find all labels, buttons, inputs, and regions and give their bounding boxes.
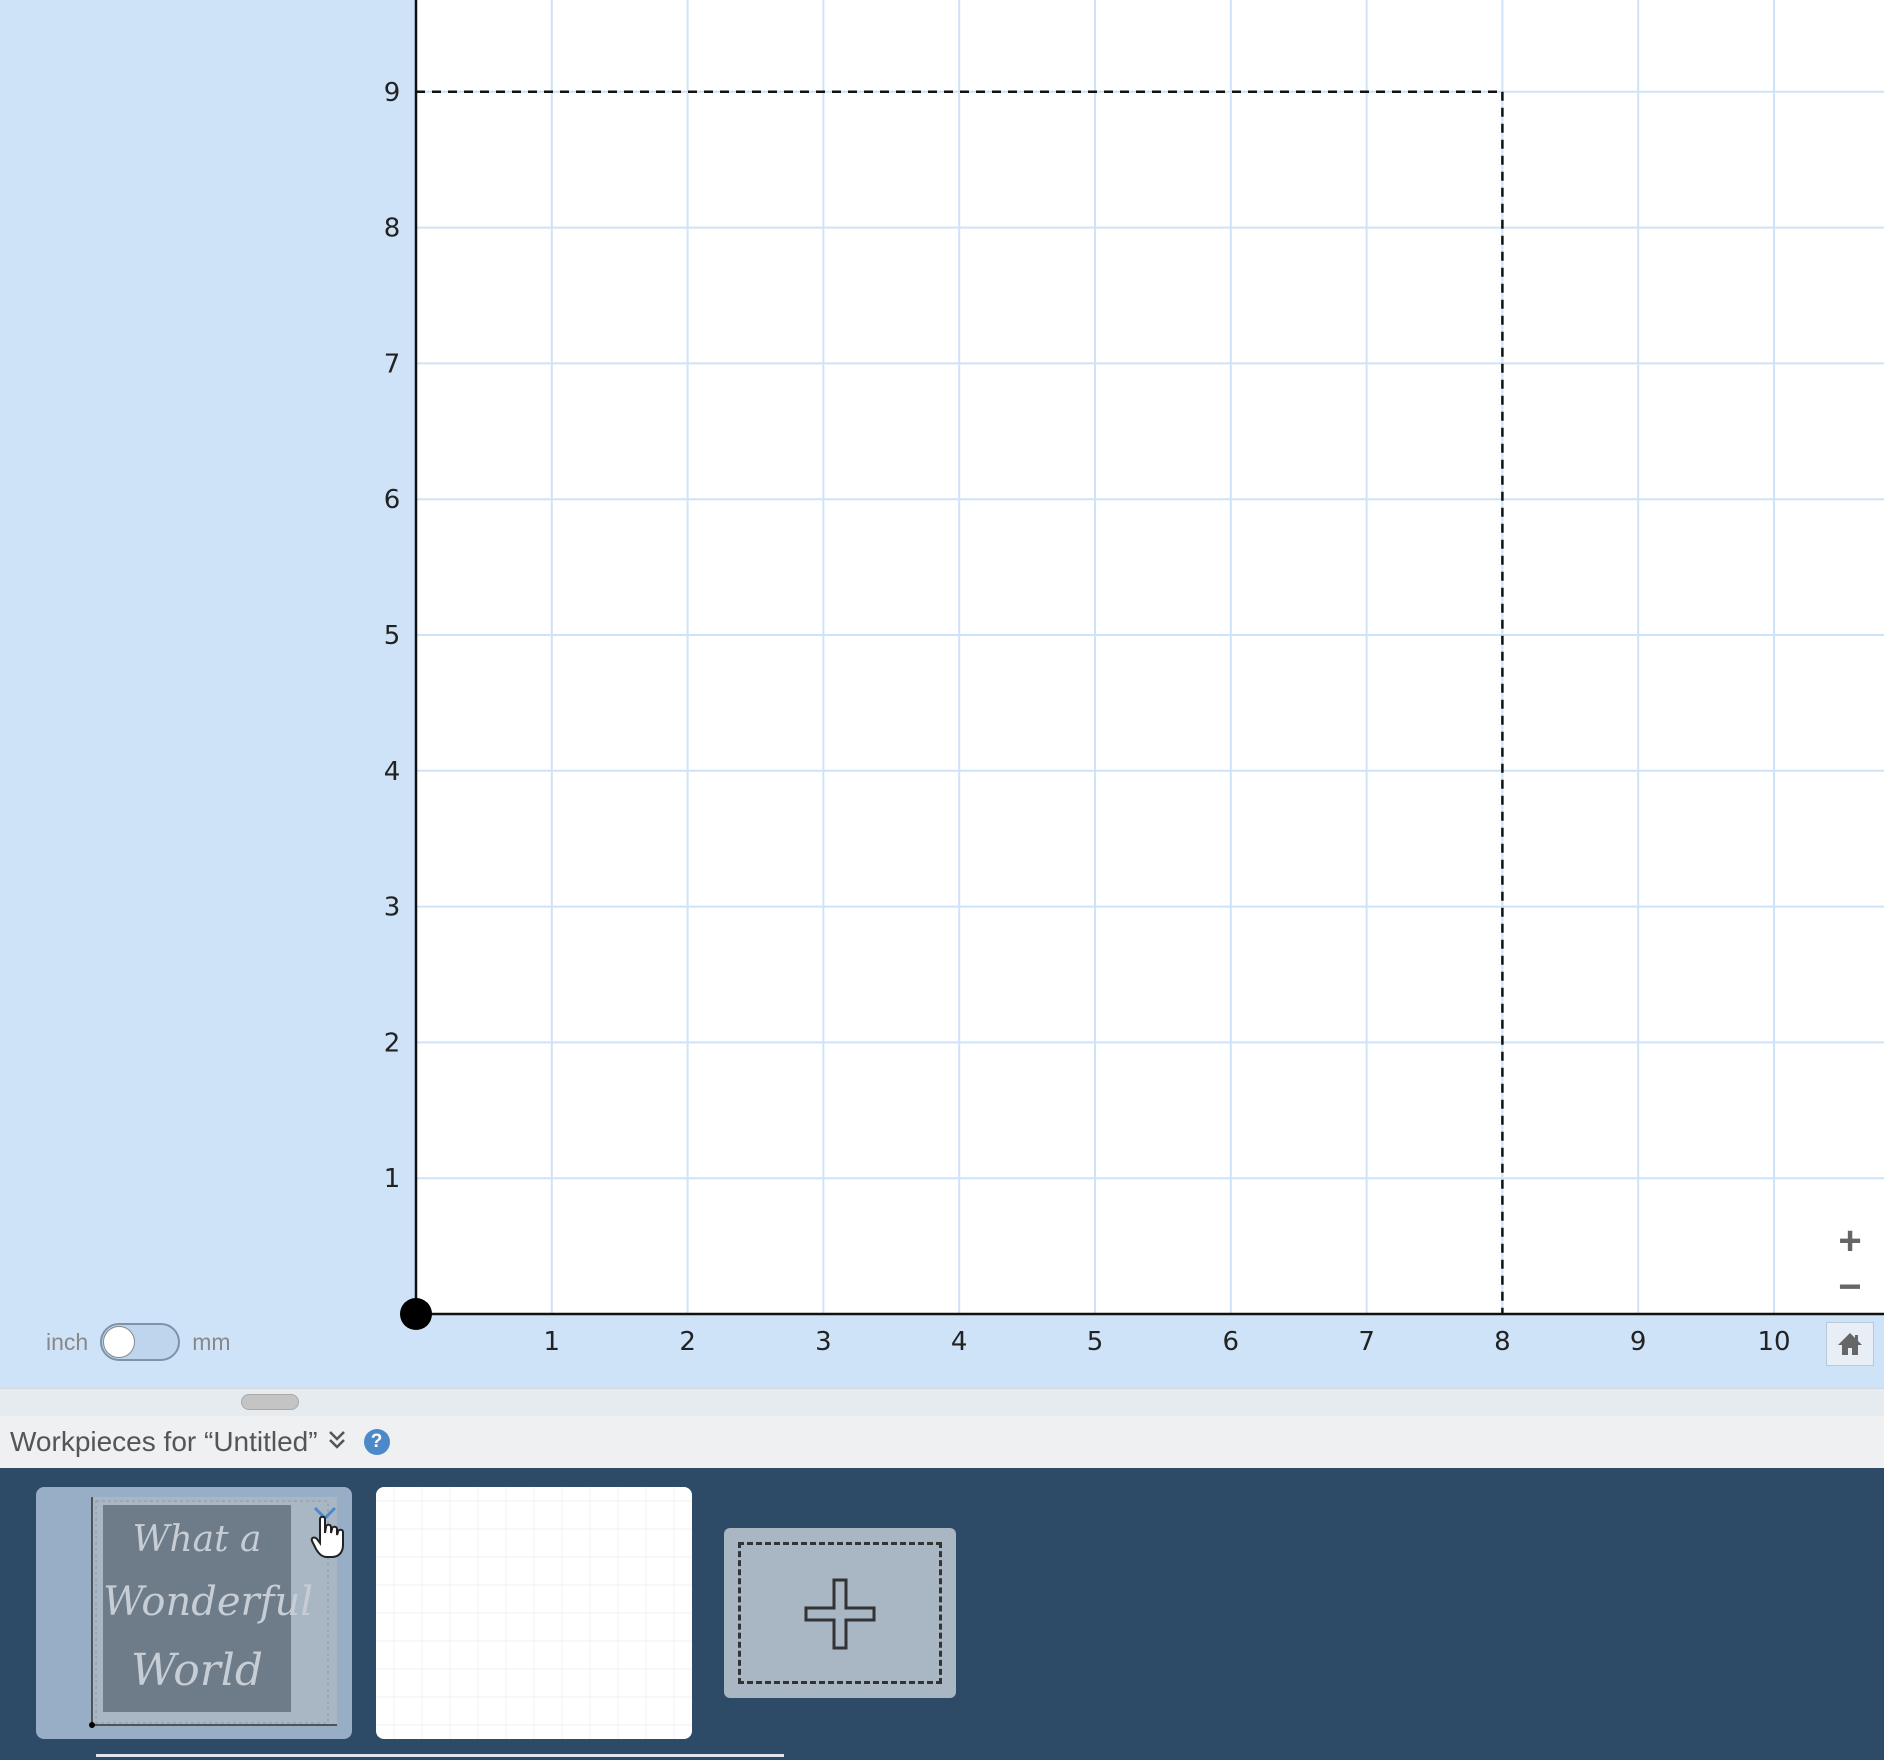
y-tick-label: 1 bbox=[384, 1164, 401, 1194]
grid[interactable]: 1 2 3 4 5 6 7 8 9 10 1 2 3 4 5 6 7 8 9 bbox=[0, 0, 1884, 1388]
home-button[interactable] bbox=[1826, 1322, 1874, 1366]
hand-cursor-icon bbox=[310, 1515, 344, 1558]
x-tick-label: 5 bbox=[1087, 1327, 1104, 1357]
art-line-3: World bbox=[131, 1645, 263, 1696]
plus-icon: + bbox=[1838, 1218, 1862, 1263]
splitter-handle[interactable] bbox=[241, 1394, 299, 1410]
origin-marker bbox=[400, 1298, 432, 1330]
chevron-double-down-icon[interactable] bbox=[328, 1429, 346, 1455]
x-tick-label: 8 bbox=[1494, 1327, 1511, 1357]
x-tick-label: 3 bbox=[815, 1327, 832, 1357]
add-workpiece-button[interactable] bbox=[724, 1528, 956, 1698]
plus-icon bbox=[804, 1578, 876, 1650]
minus-icon: − bbox=[1838, 1264, 1862, 1309]
art-line-2: Wonderful bbox=[103, 1579, 313, 1625]
y-tick-label: 2 bbox=[384, 1028, 401, 1058]
thumbnail-scroll-indicator bbox=[96, 1754, 784, 1757]
workpieces-header: Workpieces for “Untitled” ? bbox=[0, 1416, 1884, 1468]
units-inch-label: inch bbox=[46, 1328, 89, 1355]
home-icon bbox=[1838, 1333, 1862, 1355]
units-toggle: inch mm bbox=[46, 1323, 231, 1361]
y-tick-label: 5 bbox=[384, 621, 401, 651]
y-tick-label: 8 bbox=[384, 214, 401, 244]
x-tick-label: 1 bbox=[544, 1327, 561, 1357]
y-tick-label: 7 bbox=[384, 349, 401, 379]
units-switch[interactable] bbox=[100, 1323, 181, 1361]
grid-paper bbox=[416, 0, 1884, 1314]
x-tick-label: 10 bbox=[1757, 1327, 1790, 1357]
design-canvas[interactable]: 1 2 3 4 5 6 7 8 9 10 1 2 3 4 5 6 7 8 9 inch mm + − bbox=[0, 0, 1884, 1388]
art-line-1: What a bbox=[132, 1519, 262, 1560]
thumbnail-artwork: What a Wonderful World bbox=[103, 1505, 313, 1712]
switch-knob bbox=[103, 1326, 136, 1358]
y-tick-label: 9 bbox=[384, 78, 401, 108]
y-tick-label: 6 bbox=[384, 485, 401, 515]
zoom-in-button[interactable]: + bbox=[1825, 1218, 1875, 1263]
x-tick-label: 9 bbox=[1630, 1327, 1647, 1357]
workpiece-thumbnail-1[interactable]: What a Wonderful World bbox=[36, 1487, 352, 1739]
zoom-out-button[interactable]: − bbox=[1825, 1264, 1875, 1309]
workpieces-title: Workpieces for “Untitled” bbox=[10, 1426, 318, 1457]
x-tick-label: 7 bbox=[1358, 1327, 1375, 1357]
y-tick-label: 4 bbox=[384, 757, 401, 787]
thumbnail-grid bbox=[376, 1487, 692, 1739]
x-tick-label: 6 bbox=[1223, 1327, 1240, 1357]
units-mm-label: mm bbox=[192, 1328, 231, 1355]
help-icon[interactable]: ? bbox=[363, 1429, 390, 1455]
x-tick-label: 4 bbox=[951, 1327, 968, 1357]
workpiece-thumbnail-2[interactable] bbox=[376, 1487, 692, 1739]
y-tick-label: 3 bbox=[384, 893, 401, 923]
x-tick-label: 2 bbox=[679, 1327, 696, 1357]
